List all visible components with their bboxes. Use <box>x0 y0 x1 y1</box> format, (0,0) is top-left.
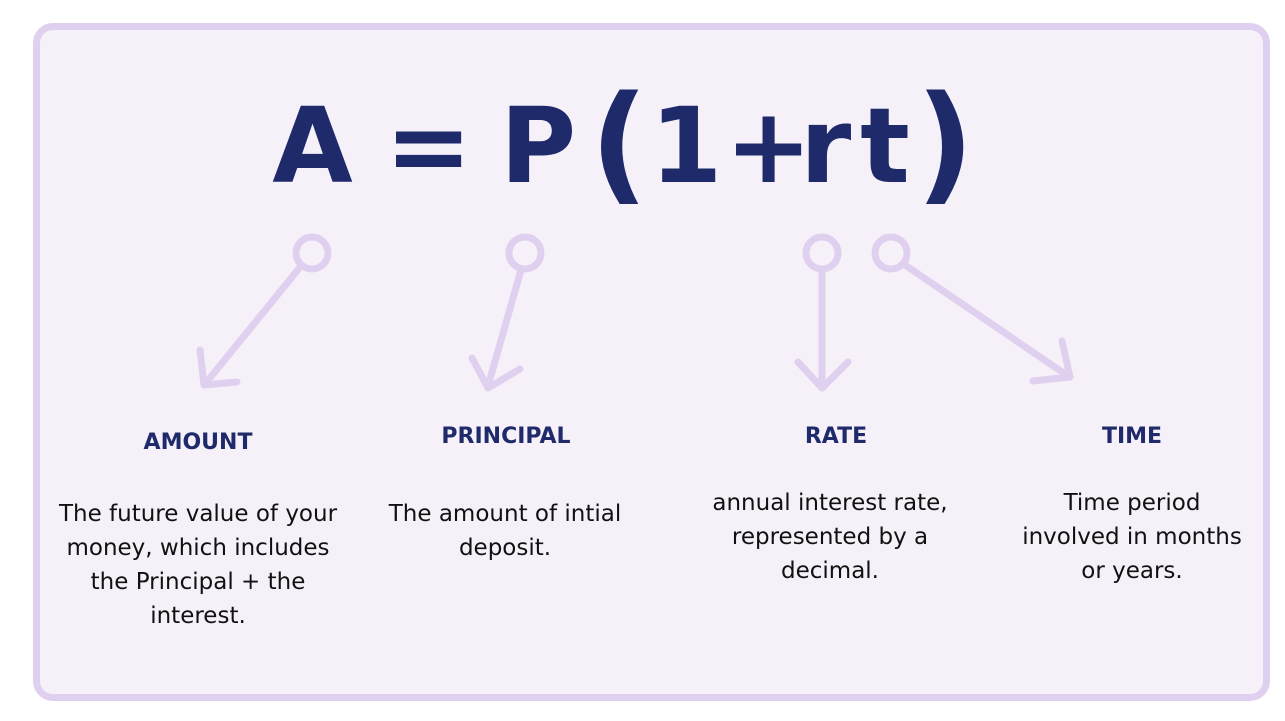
principal-connector-dot <box>505 233 545 273</box>
rate-description: annual interest rate, represented by a d… <box>712 490 948 584</box>
amount-arrow <box>196 233 332 389</box>
time-description: Time period involved in months or years. <box>1022 490 1242 584</box>
principal-label: PRINCIPAL <box>441 424 571 449</box>
rate-label: RATE <box>804 424 868 449</box>
amount-label: AMOUNT <box>143 430 253 455</box>
amount-arrow-line <box>201 262 305 388</box>
rate-connector-dot <box>802 233 842 273</box>
time-arrow <box>871 233 1074 385</box>
time-arrow-line <box>901 261 1072 380</box>
principal-arrow <box>468 233 545 392</box>
time-label: TIME <box>1101 424 1163 449</box>
principal-description: The amount of intial deposit. <box>388 501 622 561</box>
rate-arrow <box>794 233 852 392</box>
amount-description: The future value of your money, which in… <box>58 501 338 629</box>
